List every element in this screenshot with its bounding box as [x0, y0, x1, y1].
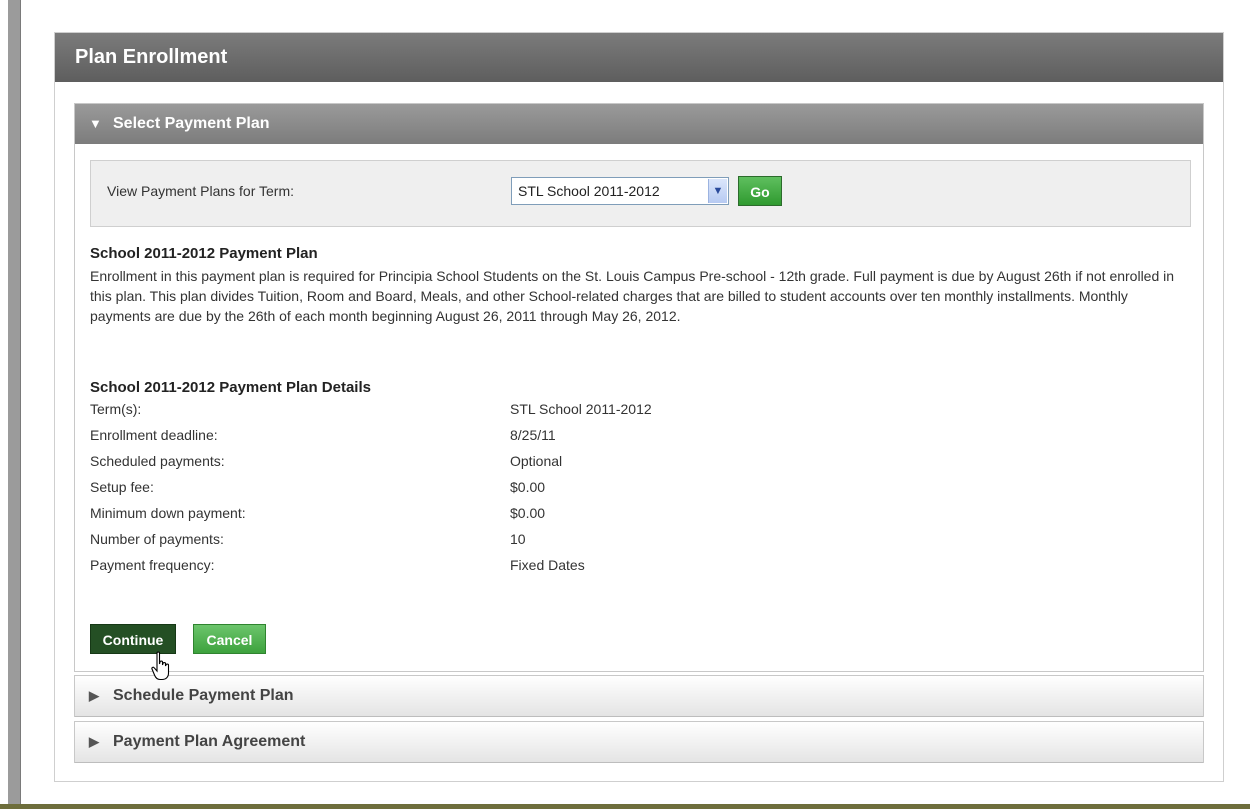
triangle-right-icon: ▶: [89, 688, 99, 703]
plan-details-title: School 2011-2012 Payment Plan Details: [90, 379, 371, 396]
hand-pointer-icon: [151, 651, 170, 681]
detail-value: STL School 2011-2012: [510, 401, 652, 417]
detail-label: Enrollment deadline:: [90, 427, 218, 443]
detail-label: Scheduled payments:: [90, 453, 225, 469]
detail-value: 8/25/11: [510, 427, 556, 443]
detail-value: $0.00: [510, 479, 546, 495]
go-button[interactable]: Go: [738, 176, 782, 206]
term-label: View Payment Plans for Term:: [107, 183, 295, 199]
section-header-schedule-payment-plan[interactable]: ▶ Schedule Payment Plan: [75, 676, 1203, 717]
section-select-payment-plan: ▼ Select Payment Plan View Payment Plans …: [74, 103, 1204, 672]
detail-value: Optional: [510, 453, 563, 469]
triangle-right-icon: ▶: [89, 734, 99, 749]
detail-label: Minimum down payment:: [90, 505, 246, 521]
detail-value: $0.00: [510, 505, 546, 521]
section-payment-plan-agreement: ▶ Payment Plan Agreement: [74, 721, 1204, 763]
plan-description: Enrollment in this payment plan is requi…: [90, 268, 1175, 324]
cancel-button[interactable]: Cancel: [193, 624, 266, 654]
detail-label: Payment frequency:: [90, 557, 215, 573]
section-header-select-payment-plan[interactable]: ▼ Select Payment Plan: [75, 104, 1203, 144]
detail-value: 10: [510, 531, 526, 547]
detail-label: Number of payments:: [90, 531, 224, 547]
plan-title: School 2011-2012 Payment Plan: [90, 245, 318, 262]
window-left-edge: [0, 0, 25, 809]
plan-enrollment-panel: Plan Enrollment ▼ Select Payment Plan Vie…: [54, 32, 1224, 782]
section-title: Select Payment Plan: [113, 115, 270, 132]
section-title: Schedule Payment Plan: [113, 687, 294, 704]
detail-value: Fixed Dates: [510, 557, 585, 573]
chevron-down-icon[interactable]: ▼: [708, 179, 727, 203]
term-select-value: STL School 2011-2012: [518, 183, 660, 199]
term-select[interactable]: STL School 2011-2012 ▼: [511, 177, 729, 205]
term-filter-box: View Payment Plans for Term: STL School …: [90, 160, 1191, 227]
triangle-down-icon: ▼: [89, 116, 102, 131]
scroll-rail: [8, 0, 21, 809]
section-title: Payment Plan Agreement: [113, 733, 306, 750]
detail-label: Setup fee:: [90, 479, 154, 495]
continue-button[interactable]: Continue: [90, 624, 176, 654]
panel-title: Plan Enrollment: [55, 33, 1223, 82]
window-bottom-edge: [0, 804, 1250, 809]
detail-label: Term(s):: [90, 401, 142, 417]
section-schedule-payment-plan: ▶ Schedule Payment Plan: [74, 675, 1204, 717]
section-header-payment-plan-agreement[interactable]: ▶ Payment Plan Agreement: [75, 722, 1203, 763]
